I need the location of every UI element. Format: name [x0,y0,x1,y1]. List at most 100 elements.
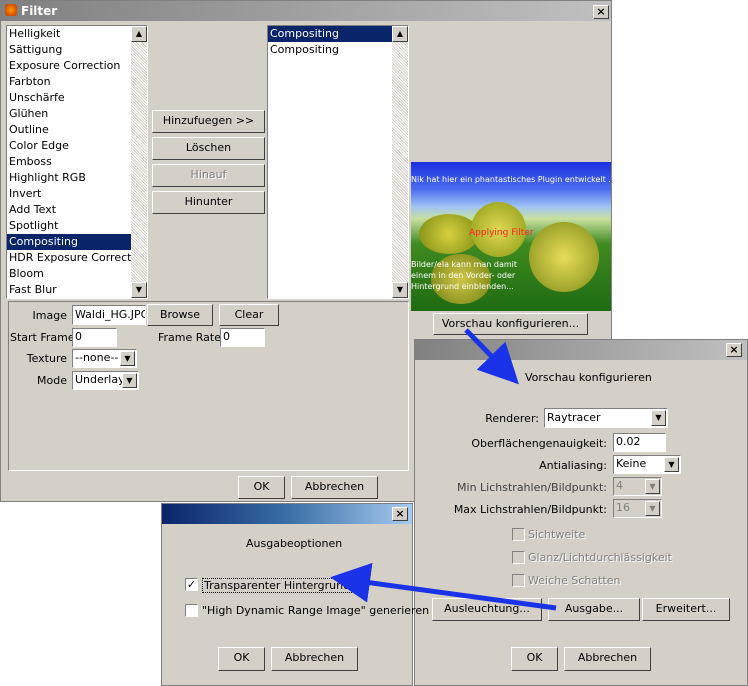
renderer-select[interactable]: Raytracer ▼ [544,408,668,428]
hdr-checkbox[interactable] [185,604,198,617]
filter-titlebar: Filter × [1,1,611,21]
list-item[interactable]: Farbton [7,74,131,90]
active-filter-list[interactable]: Compositing Compositing ▲ ▼ [267,25,409,299]
scroll-down-icon[interactable]: ▼ [131,282,147,298]
ok-button[interactable]: OK [238,476,285,499]
preview-config-titlebar: × [415,340,747,360]
close-icon[interactable]: × [726,343,742,357]
scroll-up-icon[interactable]: ▲ [392,26,408,42]
chevron-down-icon[interactable]: ▼ [664,457,679,472]
properties-panel [8,301,409,471]
mode-select[interactable]: Underlay ▼ [72,371,139,390]
list-item[interactable]: Glühen [7,106,131,122]
list-item[interactable]: HDR Exposure Correction [7,250,147,266]
chevron-down-icon[interactable]: ▼ [122,373,137,388]
chevron-down-icon[interactable]: ▼ [645,479,660,494]
list-item[interactable]: Invert [7,186,131,202]
soft-shadows-checkbox[interactable] [512,574,525,587]
visibility-label: Sichtweite [528,528,586,541]
filter-preview-image: Nik hat hier ein phantastisches Plugin e… [411,162,611,311]
cancel-button[interactable]: Abbrechen [291,476,378,499]
browse-button[interactable]: Browse [147,304,213,326]
list-item[interactable]: Compositing [7,234,131,250]
min-rays-select[interactable]: 4 ▼ [613,477,662,496]
clear-button[interactable]: Clear [219,304,279,326]
list-item[interactable]: Add Text [7,202,131,218]
filter-list[interactable]: Helligkeit Sättigung Exposure Correction Fa… [6,25,148,299]
close-icon[interactable]: × [593,5,609,19]
cancel-button[interactable]: Abbrechen [271,647,358,671]
list-item[interactable]: Highlight RGB [7,170,131,186]
list-item[interactable]: Unschärfe [7,90,131,106]
list-item[interactable]: Bloom [7,266,131,282]
start-frame-field[interactable]: 0 [72,328,117,347]
renderer-label: Renderer: [485,412,539,425]
preview-config-dialog: × Vorschau konfigurieren Renderer: Raytr… [414,339,748,686]
list-item[interactable]: Emboss [7,154,131,170]
surface-accuracy-label: Oberflächengenauigkeit: [471,437,607,450]
scroll-up-icon[interactable]: ▲ [131,26,147,42]
max-rays-select[interactable]: 16 ▼ [613,499,662,518]
list-item[interactable]: Compositing [268,26,392,42]
list-item[interactable]: Spotlight [7,218,131,234]
min-rays-label: Min Lichstrahlen/Bildpunkt: [457,481,607,494]
output-options-dialog: × Ausgabeoptionen ✓ Transparenter Hinter… [161,503,429,686]
list-item[interactable]: Outline [7,122,131,138]
antialiasing-select[interactable]: Keine ▼ [613,455,681,474]
gloss-checkbox[interactable] [512,551,525,564]
antialiasing-value: Keine [616,457,647,470]
transparent-checkbox[interactable]: ✓ [185,578,198,591]
hdr-label: "High Dynamic Range Image" generieren [202,604,430,617]
tree-cluster [529,222,599,292]
app-icon [5,4,17,16]
preview-caption-mid: Applying Filter [469,228,534,238]
soft-shadows-label: Weiche Schatten [528,574,621,587]
delete-button[interactable]: Löschen [152,137,265,160]
image-field[interactable]: Waldi_HG.JPG [72,305,146,325]
mode-label: Mode [37,374,67,387]
visibility-checkbox[interactable] [512,528,525,541]
dialog-heading: Vorschau konfigurieren [525,371,652,384]
renderer-value: Raytracer [547,411,601,424]
move-up-button[interactable]: Hinauf [152,164,265,187]
start-frame-label: Start Frame [10,331,75,344]
list-item[interactable]: Sättigung [7,42,131,58]
transparent-label: Transparenter Hintergrund [202,578,353,593]
list-item[interactable]: Compositing [268,42,392,58]
list-item[interactable]: Color Edge [7,138,131,154]
preview-config-button[interactable]: Vorschau konfigurieren... [433,313,588,335]
texture-select[interactable]: --none-- ▼ [72,349,137,368]
min-rays-value: 4 [616,479,623,492]
antialiasing-label: Antialiasing: [539,459,607,472]
filter-list-scrollbar[interactable]: ▲ ▼ [131,26,147,298]
preview-caption-bottom: Bilder/ela kann man damit einem in den V… [411,260,518,291]
chevron-down-icon[interactable]: ▼ [120,351,135,366]
list-item[interactable]: Fast Blur [7,282,131,298]
chevron-down-icon[interactable]: ▼ [645,501,660,516]
list-item[interactable]: Exposure Correction [7,58,131,74]
texture-value: --none-- [75,351,119,364]
dialog-heading: Ausgabeoptionen [246,537,343,550]
lighting-button[interactable]: Ausleuchtung... [432,598,542,621]
max-rays-value: 16 [616,501,630,514]
mode-value: Underlay [75,373,125,386]
surface-accuracy-field[interactable]: 0.02 [613,433,666,452]
output-button[interactable]: Ausgabe... [548,598,640,621]
active-list-scrollbar[interactable]: ▲ ▼ [392,26,408,298]
max-rays-label: Max Lichstrahlen/Bildpunkt: [453,503,607,516]
output-options-titlebar: × [162,504,412,524]
frame-rate-label: Frame Rate [158,331,221,344]
texture-label: Texture [26,352,67,365]
move-down-button[interactable]: Hinunter [152,191,265,214]
ok-button[interactable]: OK [511,647,558,671]
cancel-button[interactable]: Abbrechen [564,647,651,671]
frame-rate-field[interactable]: 0 [220,328,265,347]
close-icon[interactable]: × [392,507,408,521]
chevron-down-icon[interactable]: ▼ [651,410,666,426]
advanced-button[interactable]: Erweitert... [642,598,730,621]
ok-button[interactable]: OK [218,647,265,671]
image-label: Image [32,309,67,322]
list-item[interactable]: Helligkeit [7,26,131,42]
scroll-down-icon[interactable]: ▼ [392,282,408,298]
add-button[interactable]: Hinzufuegen >> [152,110,265,133]
